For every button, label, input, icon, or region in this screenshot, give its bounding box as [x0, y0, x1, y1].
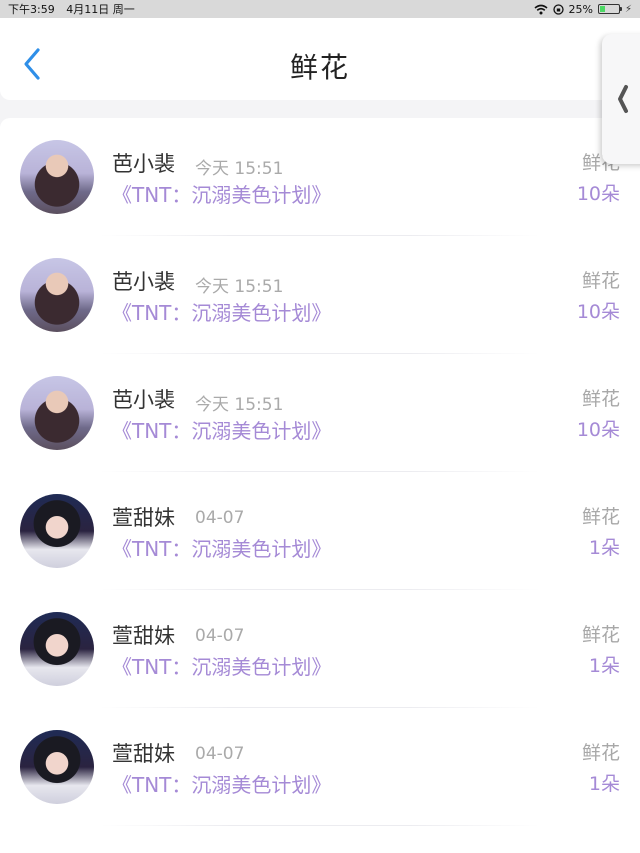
battery-percent: 25%: [568, 2, 593, 16]
status-right: 25% ⚡: [534, 3, 632, 16]
status-date: 4月11日 周一: [66, 3, 135, 16]
page-title: 鲜花: [289, 51, 350, 84]
side-drawer-handle[interactable]: [602, 34, 640, 164]
sender-name: 芭小裴: [112, 270, 175, 294]
avatar[interactable]: [20, 612, 94, 686]
status-left: 下午3:59 4月11日 周一: [8, 1, 143, 17]
send-time: 今天 15:51: [195, 395, 284, 415]
orientation-lock-icon: [552, 3, 564, 15]
send-time: 04-07: [195, 626, 245, 646]
sender-name: 芭小裴: [112, 388, 175, 412]
status-time: 下午3:59: [8, 3, 55, 16]
wifi-icon: [534, 4, 548, 14]
gift-count: 1朵: [588, 537, 620, 559]
send-time: 04-07: [195, 744, 245, 764]
chevron-left-icon: [618, 85, 628, 113]
nav-header: 鲜花: [0, 18, 640, 100]
list-item[interactable]: 萱甜妹 04-07 《TNT：沉溺美色计划》 鲜花 1朵: [0, 590, 640, 708]
status-bar: 下午3:59 4月11日 周一 25% ⚡: [0, 0, 640, 18]
list-item[interactable]: 萱甜妹 04-07 《TNT：沉溺美色计划》 鲜花 1朵: [0, 472, 640, 590]
list-item[interactable]: 芭小裴 今天 15:51 《TNT：沉溺美色计划》 鲜花 10朵: [0, 236, 640, 354]
gift-type: 鲜花: [581, 742, 620, 764]
gift-count: 10朵: [576, 183, 620, 205]
send-time: 今天 15:51: [195, 159, 284, 179]
avatar[interactable]: [20, 376, 94, 450]
book-title[interactable]: 《TNT：沉溺美色计划》: [112, 179, 331, 208]
sender-name: 萱甜妹: [112, 506, 175, 530]
gift-type: 鲜花: [581, 506, 620, 528]
avatar[interactable]: [20, 730, 94, 804]
gift-type: 鲜花: [581, 388, 620, 410]
book-title[interactable]: 《TNT：沉溺美色计划》: [112, 297, 331, 326]
send-time: 今天 15:51: [195, 277, 284, 297]
row-divider: [100, 825, 540, 826]
avatar[interactable]: [20, 494, 94, 568]
avatar[interactable]: [20, 140, 94, 214]
book-title[interactable]: 《TNT：沉溺美色计划》: [112, 415, 331, 444]
battery-icon: [597, 4, 622, 14]
gift-count: 10朵: [576, 419, 620, 441]
list-item[interactable]: 芭小裴 今天 15:51 《TNT：沉溺美色计划》 鲜花 10朵: [0, 354, 640, 472]
gift-count: 10朵: [576, 301, 620, 323]
sender-name: 萱甜妹: [112, 624, 175, 648]
flower-record-list: 芭小裴 今天 15:51 《TNT：沉溺美色计划》 鲜花 10朵 芭小裴 今天 15:51 《…: [0, 118, 640, 853]
charging-icon: ⚡: [624, 3, 632, 15]
gift-type: 鲜花: [581, 270, 620, 292]
book-title[interactable]: 《TNT：沉溺美色计划》: [112, 533, 331, 562]
send-time: 04-07: [195, 508, 245, 528]
sender-name: 萱甜妹: [112, 742, 175, 766]
gift-count: 1朵: [588, 773, 620, 795]
gift-count: 1朵: [588, 655, 620, 677]
list-item[interactable]: 萱甜妹 04-07 《TNT：沉溺美色计划》 鲜花 1朵: [0, 708, 640, 826]
avatar[interactable]: [20, 258, 94, 332]
gift-type: 鲜花: [581, 624, 620, 646]
list-item[interactable]: 芭小裴 今天 15:51 《TNT：沉溺美色计划》 鲜花 10朵: [0, 118, 640, 236]
book-title[interactable]: 《TNT：沉溺美色计划》: [112, 651, 331, 680]
sender-name: 芭小裴: [112, 152, 175, 176]
book-title[interactable]: 《TNT：沉溺美色计划》: [112, 769, 331, 798]
